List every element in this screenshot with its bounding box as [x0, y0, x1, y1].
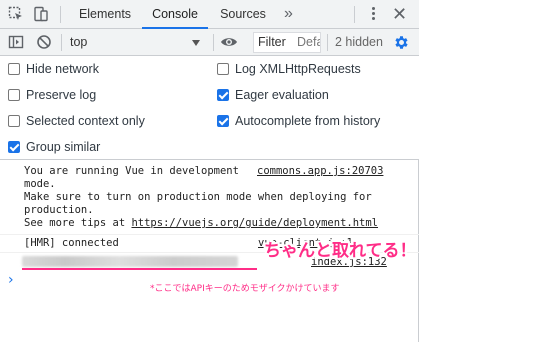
console-settings-gear-icon[interactable]: [393, 34, 410, 51]
highlight-underline: [22, 268, 257, 270]
toolbar-divider: [61, 34, 62, 51]
toolbar-divider: [354, 6, 355, 23]
annotation-note: *ここではAPIキーのためモザイクかけています: [150, 284, 340, 294]
filter-input[interactable]: Filter Default levels: [253, 32, 321, 53]
selected-context-only-checkbox[interactable]: [8, 115, 20, 127]
hidden-messages-count: 2 hidden: [335, 35, 383, 49]
annotation-headline: ちゃんと取れてる！: [264, 241, 417, 261]
inspect-element-icon[interactable]: [8, 6, 24, 22]
selected-context-only-label: Selected context only: [26, 114, 145, 128]
vue-message-line: See more tips at https://vuejs.org/guide…: [24, 217, 378, 230]
vue-message-line: mode.: [24, 178, 56, 190]
vue-deployment-link[interactable]: https://vuejs.org/guide/deployment.html: [131, 217, 378, 229]
device-toolbar-icon[interactable]: [33, 6, 49, 22]
eager-evaluation-label: Eager evaluation: [235, 88, 329, 102]
eager-evaluation-checkbox[interactable]: [217, 89, 229, 101]
more-options-icon[interactable]: [366, 5, 380, 23]
console-settings-pane: Hide network Preserve log Selected conte…: [0, 56, 419, 160]
live-expression-eye-icon[interactable]: [220, 35, 237, 51]
filter-levels-placeholder: Default levels: [297, 35, 320, 49]
clear-console-icon[interactable]: [36, 34, 52, 50]
source-link[interactable]: commons.app.js:20703: [257, 165, 383, 178]
hide-network-label: Hide network: [26, 62, 99, 76]
vue-message-line: production.: [24, 204, 94, 216]
preserve-log-label: Preserve log: [26, 88, 97, 102]
group-similar-label: Group similar: [26, 140, 101, 154]
context-selector[interactable]: top: [66, 32, 206, 53]
filter-label: Filter: [258, 35, 286, 49]
autocomplete-from-history-checkbox[interactable]: [217, 115, 229, 127]
log-xmlhttprequests-checkbox[interactable]: [217, 63, 229, 75]
tab-console[interactable]: Console: [142, 0, 208, 29]
vue-message-line: Make sure to turn on production mode whe…: [24, 191, 372, 203]
hide-network-checkbox[interactable]: [8, 63, 20, 75]
context-selector-value: top: [70, 35, 88, 49]
hmr-message-text: [HMR] connected: [24, 237, 119, 249]
group-similar-checkbox[interactable]: [8, 141, 20, 153]
tab-sources[interactable]: Sources: [212, 0, 274, 29]
toolbar-divider: [60, 6, 61, 23]
sidebar-toggle-icon[interactable]: [8, 34, 24, 50]
vue-message-line: You are running Vue in development: [24, 165, 239, 177]
console-message-vue: You are running Vue in development commo…: [0, 160, 419, 235]
toolbar-divider: [213, 34, 214, 51]
devtools-tabbar: Elements Console Sources » ✕: [0, 0, 419, 29]
console-toolbar: top Filter Default levels 2 hidden: [0, 29, 419, 56]
more-tabs-button[interactable]: »: [284, 0, 293, 29]
autocomplete-from-history-label: Autocomplete from history: [235, 114, 381, 128]
vue-tips-prefix: See more tips at: [24, 217, 132, 229]
preserve-log-checkbox[interactable]: [8, 89, 20, 101]
toolbar-divider: [327, 34, 328, 51]
log-xmlhttprequests-label: Log XMLHttpRequests: [235, 62, 361, 76]
tab-elements[interactable]: Elements: [72, 0, 138, 29]
close-icon[interactable]: ✕: [392, 2, 407, 26]
console-prompt-icon[interactable]: ›: [8, 273, 14, 287]
chevron-down-icon: [192, 40, 200, 46]
masked-api-key: [22, 256, 238, 267]
